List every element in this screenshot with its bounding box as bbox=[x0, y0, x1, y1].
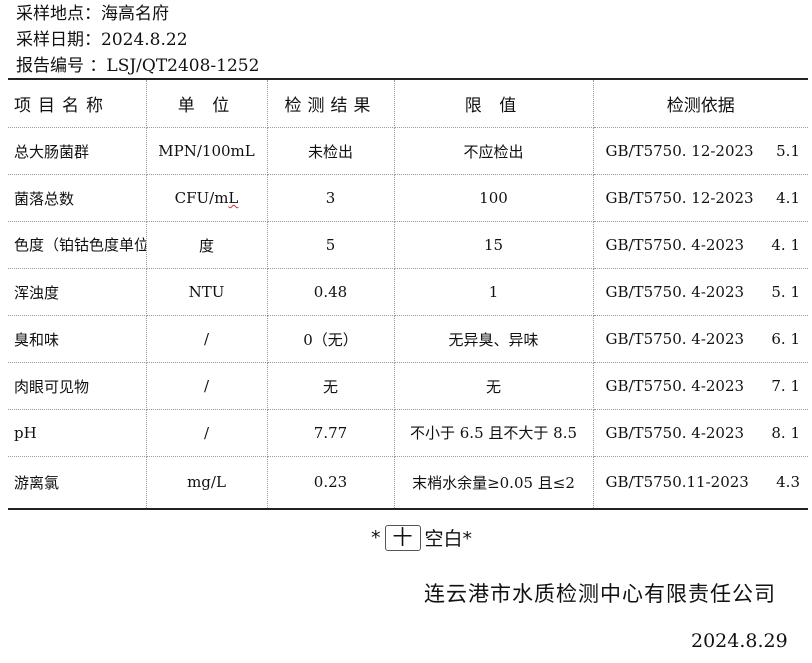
row-unit: / bbox=[145, 315, 268, 363]
table-header-row: 项目名称 单 位 检测结果 限 值 检测依据 bbox=[8, 78, 808, 128]
report-number: 报告编号 ：LSJ/QT2408-1252 bbox=[16, 56, 260, 76]
table-row: 臭和味 / 0（无） 无异臭、异味 GB/T5750. 4-2023 6. 1 bbox=[8, 315, 808, 363]
blank-below-note: * 十 空白* bbox=[371, 524, 472, 551]
row-result: 无 bbox=[266, 362, 395, 410]
row-method: GB/T5750.11-2023 4.3 bbox=[592, 456, 808, 510]
row-result: 7.77 bbox=[266, 409, 395, 457]
row-limit: 末梢水余量≥0.05 且≤2 bbox=[393, 456, 594, 510]
method-clause: 5.1 bbox=[776, 142, 800, 160]
table-row: 色度（铂钴色度单位） 度 5 15 GB/T5750. 4-2023 4. 1 bbox=[8, 221, 808, 269]
table-row: 总大肠菌群 MPN/100mL 未检出 不应检出 GB/T5750. 12-20… bbox=[8, 127, 808, 175]
company-name: 连云港市水质检测中心有限责任公司 bbox=[424, 582, 776, 606]
col-header-unit: 单 位 bbox=[145, 78, 268, 128]
row-limit: 无 bbox=[393, 362, 594, 410]
row-item: 色度（铂钴色度单位） bbox=[8, 221, 147, 269]
row-limit: 不应检出 bbox=[393, 127, 594, 175]
col-header-item: 项目名称 bbox=[8, 78, 147, 128]
row-result: 未检出 bbox=[266, 127, 395, 175]
sampling-date: 采样日期：2024.8.22 bbox=[16, 30, 188, 50]
row-method: GB/T5750. 12-2023 5.1 bbox=[592, 127, 808, 175]
method-standard: GB/T5750. 12-2023 bbox=[605, 189, 754, 207]
row-unit: 度 bbox=[145, 221, 268, 269]
row-result: 0.48 bbox=[266, 268, 395, 316]
row-item: 菌落总数 bbox=[8, 174, 147, 222]
row-limit: 15 bbox=[393, 221, 594, 269]
unit-text: CFU/m bbox=[174, 189, 229, 207]
table-row: 肉眼可见物 / 无 无 GB/T5750. 4-2023 7. 1 bbox=[8, 362, 808, 410]
table-row: 游离氯 mg/L 0.23 末梢水余量≥0.05 且≤2 GB/T5750.11… bbox=[8, 456, 808, 510]
method-standard: GB/T5750. 4-2023 bbox=[605, 236, 745, 254]
method-clause: 8. 1 bbox=[771, 424, 800, 442]
row-result: 0（无） bbox=[266, 315, 395, 363]
method-clause: 7. 1 bbox=[771, 377, 800, 395]
row-limit: 100 bbox=[393, 174, 594, 222]
row-unit: CFU/mL bbox=[145, 174, 268, 222]
row-item: 总大肠菌群 bbox=[8, 127, 147, 175]
method-standard: GB/T5750. 12-2023 bbox=[605, 142, 754, 160]
blank-note-prefix: * bbox=[371, 526, 381, 549]
row-unit: mg/L bbox=[145, 456, 268, 510]
row-unit: MPN/100mL bbox=[145, 127, 268, 175]
table-row: pH / 7.77 不小于 6.5 且不大于 8.5 GB/T5750. 4-2… bbox=[8, 409, 808, 457]
col-header-result: 检测结果 bbox=[266, 78, 395, 128]
row-method: GB/T5750. 4-2023 5. 1 bbox=[592, 268, 808, 316]
method-clause: 6. 1 bbox=[771, 330, 800, 348]
row-method: GB/T5750. 4-2023 4. 1 bbox=[592, 221, 808, 269]
method-clause: 4.3 bbox=[776, 473, 800, 492]
method-clause: 4.1 bbox=[776, 189, 800, 207]
table-row: 菌落总数 CFU/mL 3 100 GB/T5750. 12-2023 4.1 bbox=[8, 174, 808, 222]
row-method: GB/T5750. 4-2023 8. 1 bbox=[592, 409, 808, 457]
method-clause: 5. 1 bbox=[771, 283, 800, 301]
row-unit: NTU bbox=[145, 268, 268, 316]
blank-note-text: 空白* bbox=[424, 528, 473, 550]
blank-note-symbol: 十 bbox=[384, 524, 421, 551]
row-item: 肉眼可见物 bbox=[8, 362, 147, 410]
results-table: 项目名称 单 位 检测结果 限 值 检测依据 总大肠菌群 MPN/100mL 未… bbox=[8, 78, 808, 510]
row-limit: 1 bbox=[393, 268, 594, 316]
table-row: 浑浊度 NTU 0.48 1 GB/T5750. 4-2023 5. 1 bbox=[8, 268, 808, 316]
method-standard: GB/T5750. 4-2023 bbox=[605, 330, 745, 348]
row-method: GB/T5750. 12-2023 4.1 bbox=[592, 174, 808, 222]
row-result: 5 bbox=[266, 221, 395, 269]
col-header-method: 检测依据 bbox=[592, 78, 808, 128]
row-limit: 无异臭、异味 bbox=[393, 315, 594, 363]
report-date: 2024.8.29 bbox=[691, 630, 788, 652]
method-clause: 4. 1 bbox=[771, 236, 800, 254]
row-unit: / bbox=[145, 362, 268, 410]
row-item: 浑浊度 bbox=[8, 268, 147, 316]
row-item: pH bbox=[8, 409, 147, 457]
method-standard: GB/T5750. 4-2023 bbox=[605, 283, 745, 301]
row-result: 0.23 bbox=[266, 456, 395, 510]
sampling-location: 采样地点：海高名府 bbox=[16, 4, 169, 24]
row-limit: 不小于 6.5 且不大于 8.5 bbox=[393, 409, 594, 457]
row-item: 游离氯 bbox=[8, 456, 147, 510]
row-item: 臭和味 bbox=[8, 315, 147, 363]
method-standard: GB/T5750.11-2023 bbox=[605, 473, 749, 492]
row-method: GB/T5750. 4-2023 6. 1 bbox=[592, 315, 808, 363]
spellcheck-underlined-text: L bbox=[228, 189, 239, 207]
row-unit: / bbox=[145, 409, 268, 457]
row-method: GB/T5750. 4-2023 7. 1 bbox=[592, 362, 808, 410]
row-result: 3 bbox=[266, 174, 395, 222]
method-standard: GB/T5750. 4-2023 bbox=[605, 377, 745, 395]
col-header-limit: 限 值 bbox=[393, 78, 594, 128]
method-standard: GB/T5750. 4-2023 bbox=[605, 424, 745, 442]
